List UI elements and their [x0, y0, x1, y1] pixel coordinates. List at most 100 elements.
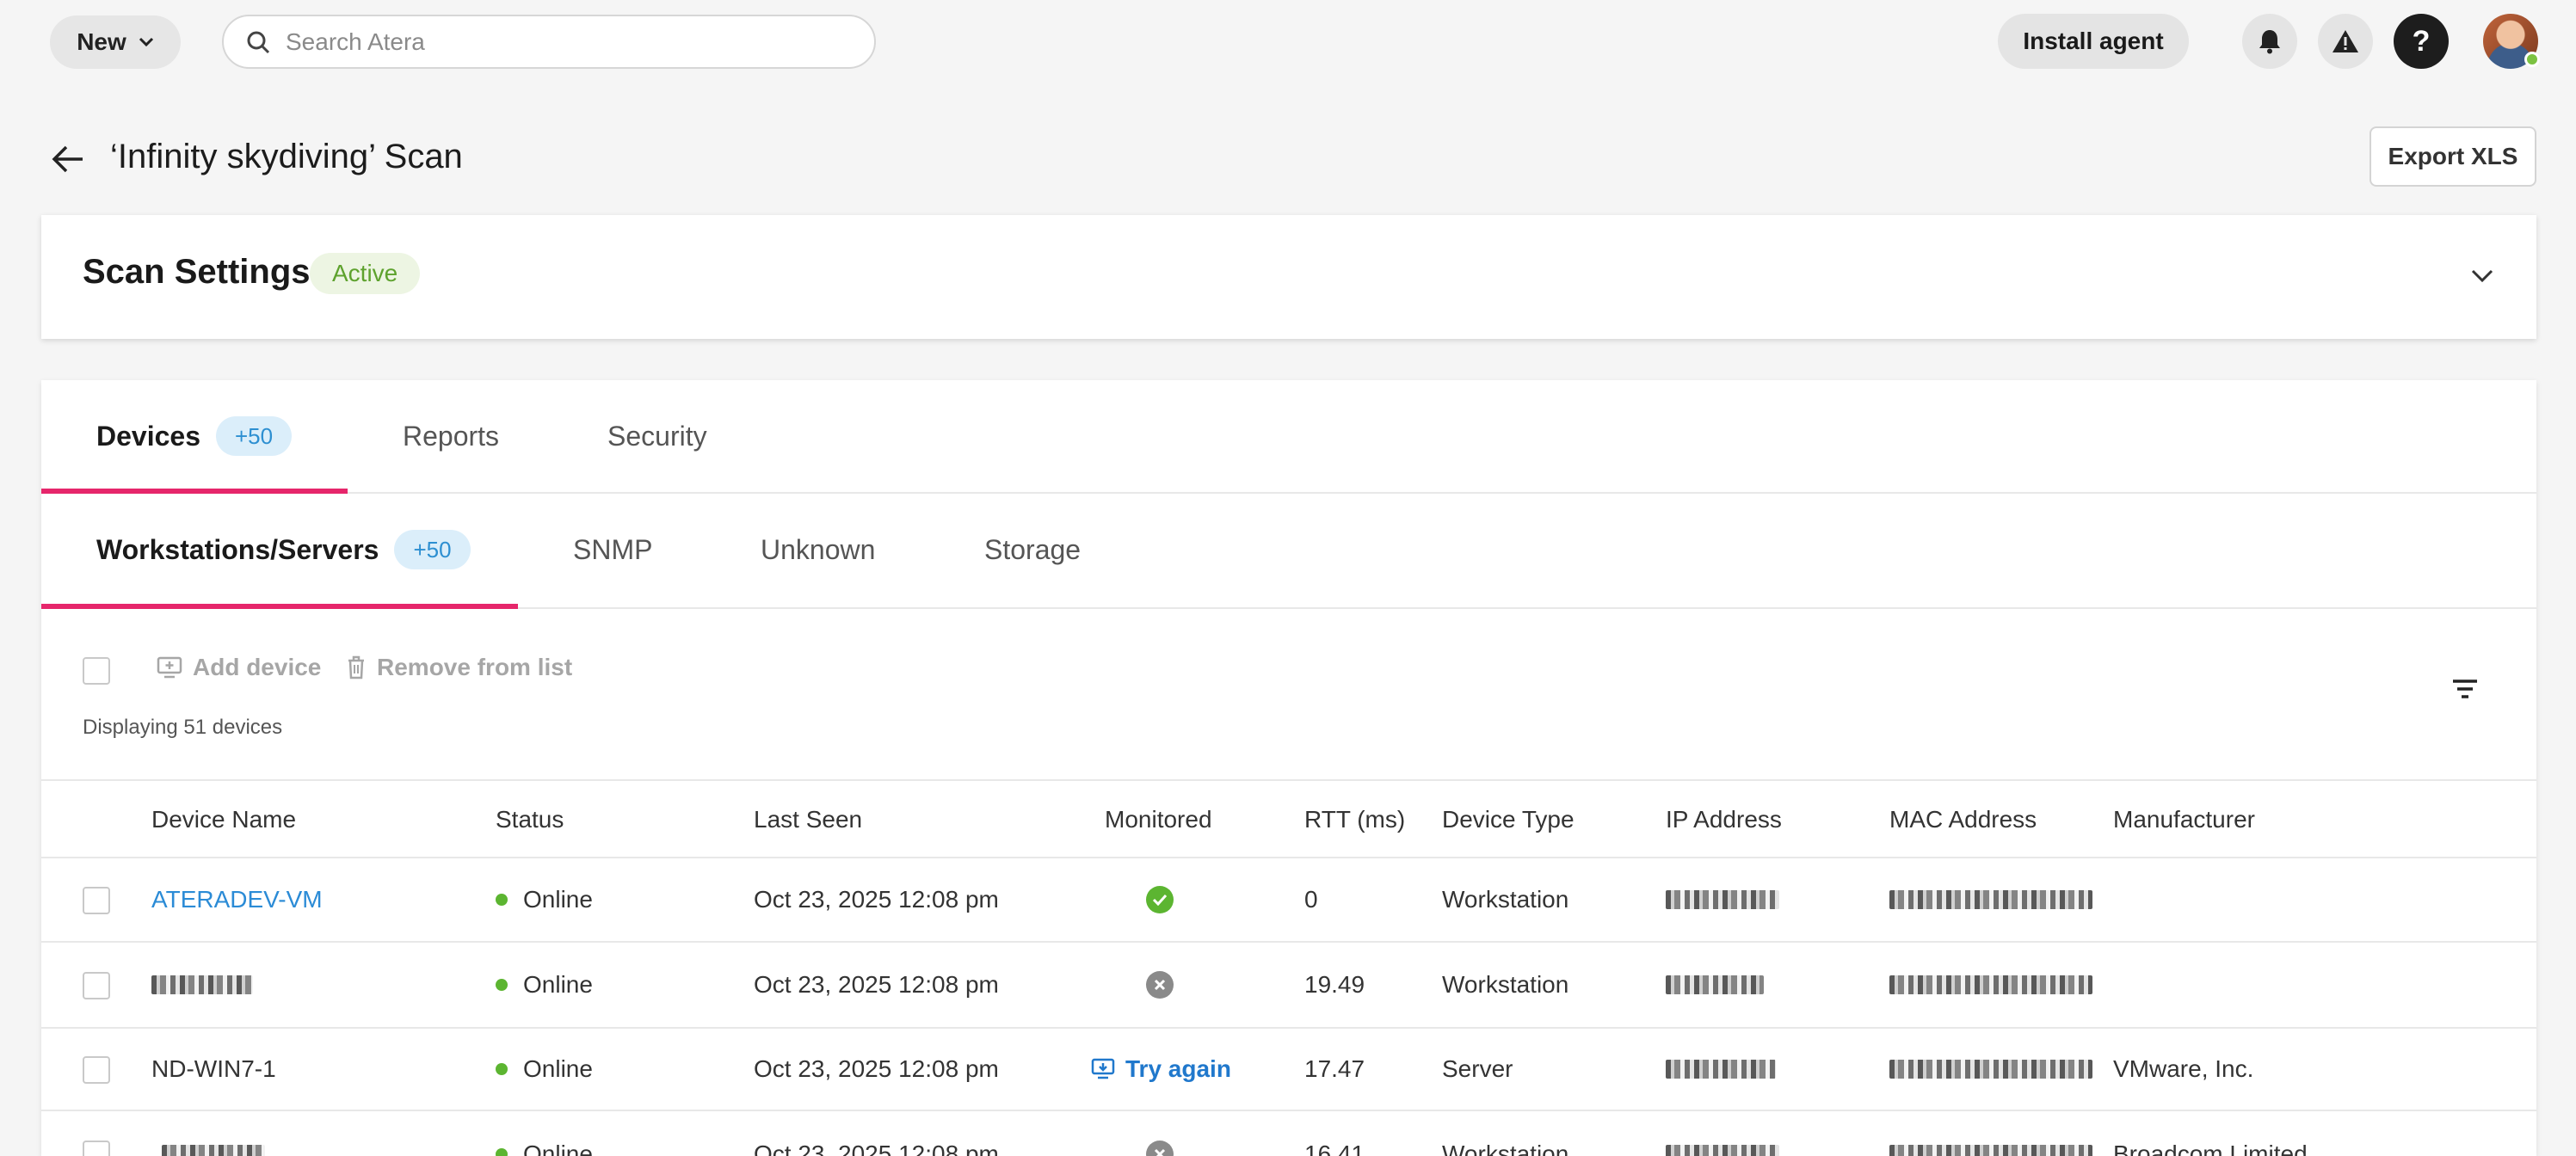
column-header-manufacturer[interactable]: Manufacturer	[2113, 781, 2255, 858]
count-badge: +50	[215, 416, 293, 456]
device-count-text: Displaying 51 devices	[83, 716, 283, 739]
scan-settings-title: Scan Settings	[83, 253, 311, 291]
tab-devices-label: Devices	[96, 420, 200, 452]
add-device-button[interactable]: Add device	[157, 654, 321, 681]
remove-from-list-label: Remove from list	[377, 654, 573, 680]
count-badge: +50	[394, 530, 471, 569]
tab-unknown-label: Unknown	[761, 533, 876, 565]
devices-panel: Devices +50 Reports Security Workstation…	[41, 380, 2536, 1156]
online-dot	[496, 894, 508, 906]
help-icon: ?	[2412, 24, 2431, 58]
x-circle-icon	[1146, 1141, 1174, 1156]
column-header-monitored[interactable]: Monitored	[1105, 781, 1212, 858]
tab-security-label: Security	[607, 420, 707, 452]
column-header-mac-address[interactable]: MAC Address	[1889, 781, 2037, 858]
device-name-cell	[162, 1111, 265, 1156]
subtab-bar: Workstations/Servers +50 SNMP Unknown St…	[41, 494, 2536, 609]
check-circle-icon	[1146, 886, 1174, 913]
redacted-ip	[1666, 1145, 1779, 1156]
rtt-cell: 19.49	[1304, 971, 1365, 998]
tab-reports[interactable]: Reports	[403, 380, 499, 492]
tab-workstations-servers[interactable]: Workstations/Servers +50	[96, 494, 471, 606]
online-indicator	[2524, 52, 2540, 67]
status-cell: Online	[496, 858, 593, 941]
table-row[interactable]: ND-WIN7-1 Online Oct 23, 2025 12:08 pm T…	[41, 1029, 2536, 1111]
tab-security[interactable]: Security	[607, 380, 707, 492]
table-row[interactable]: ATERADEV-VM Online Oct 23, 2025 12:08 pm…	[41, 858, 2536, 943]
redacted-mac	[1889, 975, 2092, 994]
ip-address-cell	[1666, 943, 1764, 1027]
tab-reports-label: Reports	[403, 420, 500, 452]
arrow-left-icon[interactable]	[52, 144, 84, 174]
status-badge: Active	[310, 253, 421, 294]
online-dot	[496, 1148, 508, 1156]
redacted-ip	[1666, 890, 1779, 909]
row-checkbox[interactable]	[83, 972, 110, 999]
search-input[interactable]: Search Atera	[222, 15, 876, 69]
notifications-button[interactable]	[2242, 14, 2297, 69]
status-text: Online	[523, 1141, 593, 1156]
remove-from-list-button[interactable]: Remove from list	[346, 654, 572, 681]
column-header-device-type[interactable]: Device Type	[1442, 781, 1575, 858]
column-header-device-name[interactable]: Device Name	[151, 781, 296, 858]
try-again-button[interactable]: Try again	[1091, 1055, 1231, 1083]
ip-address-cell	[1666, 1029, 1776, 1110]
device-type-cell: Workstation	[1442, 886, 1569, 913]
redacted-ip	[1666, 975, 1764, 994]
table-row[interactable]: Online Oct 23, 2025 12:08 pm 19.49 Works…	[41, 943, 2536, 1029]
install-agent-button[interactable]: Install agent	[1998, 14, 2189, 69]
column-header-last-seen[interactable]: Last Seen	[754, 781, 862, 858]
table-header: Device Name Status Last Seen Monitored R…	[41, 781, 2536, 858]
status-cell: Online	[496, 943, 593, 1027]
trash-icon	[348, 655, 364, 679]
last-seen-cell: Oct 23, 2025 12:08 pm	[754, 971, 999, 998]
device-name-link[interactable]: ATERADEV-VM	[151, 858, 323, 941]
monitored-cell	[1146, 943, 1174, 1027]
status-cell: Online	[496, 1029, 593, 1110]
mac-address-cell	[1889, 858, 2092, 941]
table-row[interactable]: Online Oct 23, 2025 12:08 pm 16.41 Works…	[41, 1111, 2536, 1156]
new-button[interactable]: New	[50, 15, 181, 69]
scan-settings-panel[interactable]: Scan Settings Active	[41, 215, 2536, 339]
top-bar: New Search Atera Install agent ?	[0, 0, 2576, 83]
column-header-status[interactable]: Status	[496, 781, 564, 858]
add-device-label: Add device	[193, 654, 322, 680]
last-seen-cell: Oct 23, 2025 12:08 pm	[754, 886, 999, 913]
row-checkbox[interactable]	[83, 887, 110, 914]
row-checkbox[interactable]	[83, 1141, 110, 1156]
column-header-rtt[interactable]: RTT (ms)	[1304, 781, 1405, 858]
device-name-cell: ND-WIN7-1	[151, 1055, 276, 1082]
status-cell: Online	[496, 1111, 593, 1156]
tab-devices[interactable]: Devices +50	[96, 380, 293, 492]
mac-address-cell	[1889, 943, 2092, 1027]
alerts-button[interactable]	[2318, 14, 2373, 69]
tab-workstations-label: Workstations/Servers	[96, 533, 379, 565]
tab-unknown[interactable]: Unknown	[761, 494, 875, 606]
search-placeholder: Search Atera	[286, 28, 425, 55]
bell-icon	[2259, 30, 2280, 54]
column-header-ip-address[interactable]: IP Address	[1666, 781, 1782, 858]
add-device-icon	[157, 656, 182, 679]
row-checkbox[interactable]	[83, 1056, 110, 1084]
redacted-mac	[1889, 890, 2092, 909]
rtt-cell: 0	[1304, 886, 1318, 913]
online-dot	[496, 979, 508, 991]
tab-snmp-label: SNMP	[573, 533, 653, 565]
x-circle-icon	[1146, 971, 1174, 999]
chevron-down-icon	[139, 37, 153, 47]
help-button[interactable]: ?	[2394, 14, 2449, 69]
status-text: Online	[523, 971, 593, 998]
warning-icon	[2333, 30, 2358, 52]
select-all-checkbox[interactable]	[83, 657, 110, 685]
table-toolbar: Add device Remove from list Displaying 5…	[41, 609, 2536, 781]
redacted-ip	[1666, 1060, 1776, 1079]
filter-icon[interactable]	[2450, 676, 2480, 702]
export-xls-button[interactable]: Export XLS	[2370, 126, 2536, 187]
status-text: Online	[523, 886, 593, 913]
chevron-down-icon[interactable]	[2468, 263, 2497, 289]
ip-address-cell	[1666, 858, 1779, 941]
monitored-cell: Try again	[1091, 1029, 1231, 1110]
tab-snmp[interactable]: SNMP	[573, 494, 652, 606]
device-type-cell: Server	[1442, 1055, 1513, 1082]
tab-storage[interactable]: Storage	[984, 494, 1081, 606]
